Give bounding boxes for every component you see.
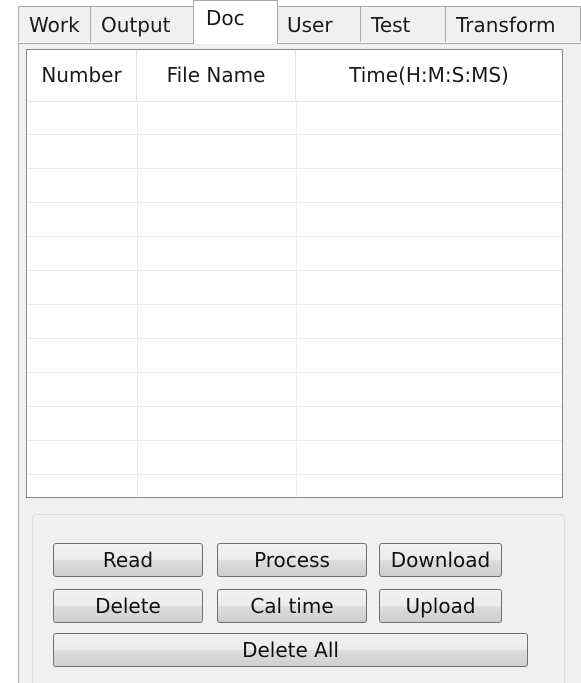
file-list-header: Number File Name Time(H:M:S:MS): [27, 50, 562, 102]
table-row[interactable]: [27, 135, 562, 169]
table-row[interactable]: [27, 271, 562, 305]
process-button[interactable]: Process: [217, 543, 367, 577]
table-row[interactable]: [27, 475, 562, 497]
tab-test[interactable]: Test: [360, 6, 446, 42]
delete-button[interactable]: Delete: [53, 589, 203, 623]
table-row[interactable]: [27, 169, 562, 203]
file-list[interactable]: Number File Name Time(H:M:S:MS): [26, 49, 563, 498]
tab-test-label: Test: [371, 13, 411, 37]
column-header-file-name[interactable]: File Name: [137, 50, 296, 101]
table-row[interactable]: [27, 441, 562, 475]
table-row[interactable]: [27, 237, 562, 271]
table-row[interactable]: [27, 373, 562, 407]
tab-doc[interactable]: Doc: [193, 0, 278, 44]
table-row[interactable]: [27, 101, 562, 135]
tab-doc-label: Doc: [206, 6, 245, 30]
tab-user-label: User: [287, 13, 333, 37]
cal-time-button[interactable]: Cal time: [217, 589, 367, 623]
column-header-time[interactable]: Time(H:M:S:MS): [296, 50, 562, 101]
tab-strip: Work Output User Test Transform Doc: [0, 0, 581, 44]
upload-button[interactable]: Upload: [379, 589, 502, 623]
table-row[interactable]: [27, 203, 562, 237]
download-button[interactable]: Download: [379, 543, 502, 577]
tab-work[interactable]: Work: [18, 6, 91, 42]
read-button[interactable]: Read: [53, 543, 203, 577]
table-row[interactable]: [27, 339, 562, 373]
tab-work-label: Work: [29, 13, 80, 37]
delete-all-button[interactable]: Delete All: [53, 633, 528, 667]
action-button-group: Read Process Download Delete Cal time Up…: [32, 514, 565, 683]
column-header-number[interactable]: Number: [27, 50, 137, 101]
tab-output[interactable]: Output: [90, 6, 195, 42]
tab-transform-label: Transform: [456, 13, 556, 37]
tab-output-label: Output: [101, 13, 171, 37]
tab-transform[interactable]: Transform: [445, 6, 581, 42]
table-row[interactable]: [27, 305, 562, 339]
tab-user[interactable]: User: [276, 6, 361, 42]
table-row[interactable]: [27, 407, 562, 441]
